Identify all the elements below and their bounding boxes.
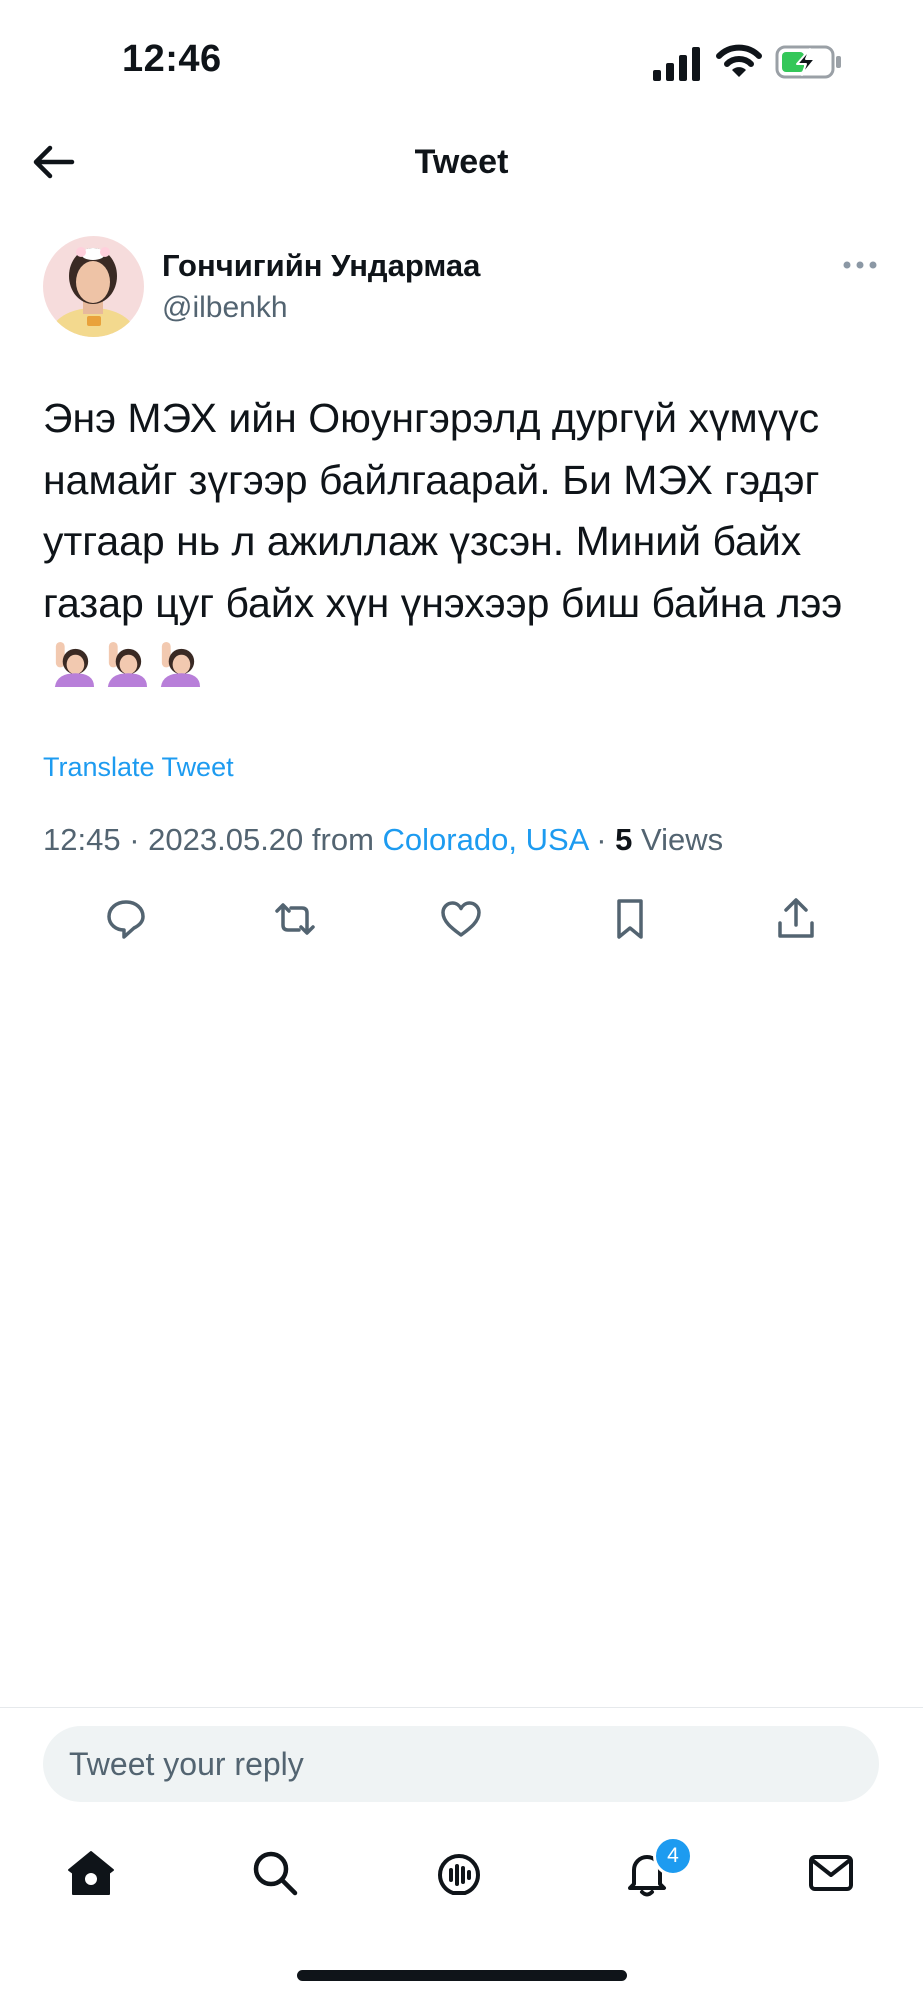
home-indicator bbox=[297, 1970, 627, 1981]
raising-hand-emoji-icon bbox=[160, 641, 201, 687]
search-icon[interactable] bbox=[248, 1846, 302, 1900]
bookmark-icon[interactable] bbox=[607, 896, 653, 942]
more-options-icon[interactable] bbox=[840, 250, 880, 280]
wifi-icon bbox=[716, 44, 762, 77]
location-link[interactable]: Colorado, USA bbox=[383, 822, 588, 857]
tweet-time: 12:45 bbox=[43, 822, 121, 857]
avatar[interactable] bbox=[43, 236, 144, 337]
tweet-text: Энэ МЭХ ийн Оюунгэрэлд дургүй хүмүүс нам… bbox=[43, 388, 888, 696]
heart-icon[interactable] bbox=[438, 896, 484, 942]
share-icon[interactable] bbox=[773, 896, 819, 942]
translate-tweet-link[interactable]: Translate Tweet bbox=[43, 752, 234, 783]
author-handle[interactable]: @ilbenkh bbox=[162, 291, 288, 325]
reply-placeholder: Tweet your reply bbox=[69, 1746, 304, 1782]
battery-charging-icon bbox=[775, 45, 841, 79]
spaces-icon[interactable] bbox=[432, 1846, 486, 1900]
author-name[interactable]: Гончигийн Ундармаа bbox=[162, 248, 480, 284]
page-title: Tweet bbox=[414, 143, 509, 181]
reply-input[interactable]: Tweet your reply bbox=[43, 1726, 879, 1802]
status-time: 12:46 bbox=[122, 38, 222, 80]
divider bbox=[0, 1707, 923, 1708]
notification-badge: 4 bbox=[653, 1836, 693, 1876]
cellular-signal-icon bbox=[653, 47, 700, 81]
retweet-icon[interactable] bbox=[272, 896, 318, 942]
emoji-group: 🙋🏻‍♀️🙋🏻‍♀️🙋🏻‍♀️ bbox=[43, 641, 202, 687]
views-count: 5 bbox=[615, 822, 633, 857]
reply-icon[interactable] bbox=[103, 896, 149, 942]
home-icon[interactable] bbox=[64, 1846, 118, 1900]
tweet-date: 2023.05.20 bbox=[148, 822, 304, 857]
tweet-body: Энэ МЭХ ийн Оюунгэрэлд дургүй хүмүүс нам… bbox=[43, 395, 843, 626]
mail-icon[interactable] bbox=[804, 1846, 858, 1900]
raising-hand-emoji-icon bbox=[107, 641, 148, 687]
from-label: from bbox=[311, 822, 374, 857]
raising-hand-emoji-icon bbox=[54, 641, 95, 687]
tweet-meta: 12:45 · 2023.05.20 from Colorado, USA · … bbox=[43, 822, 724, 857]
views-label: Views bbox=[641, 822, 724, 857]
